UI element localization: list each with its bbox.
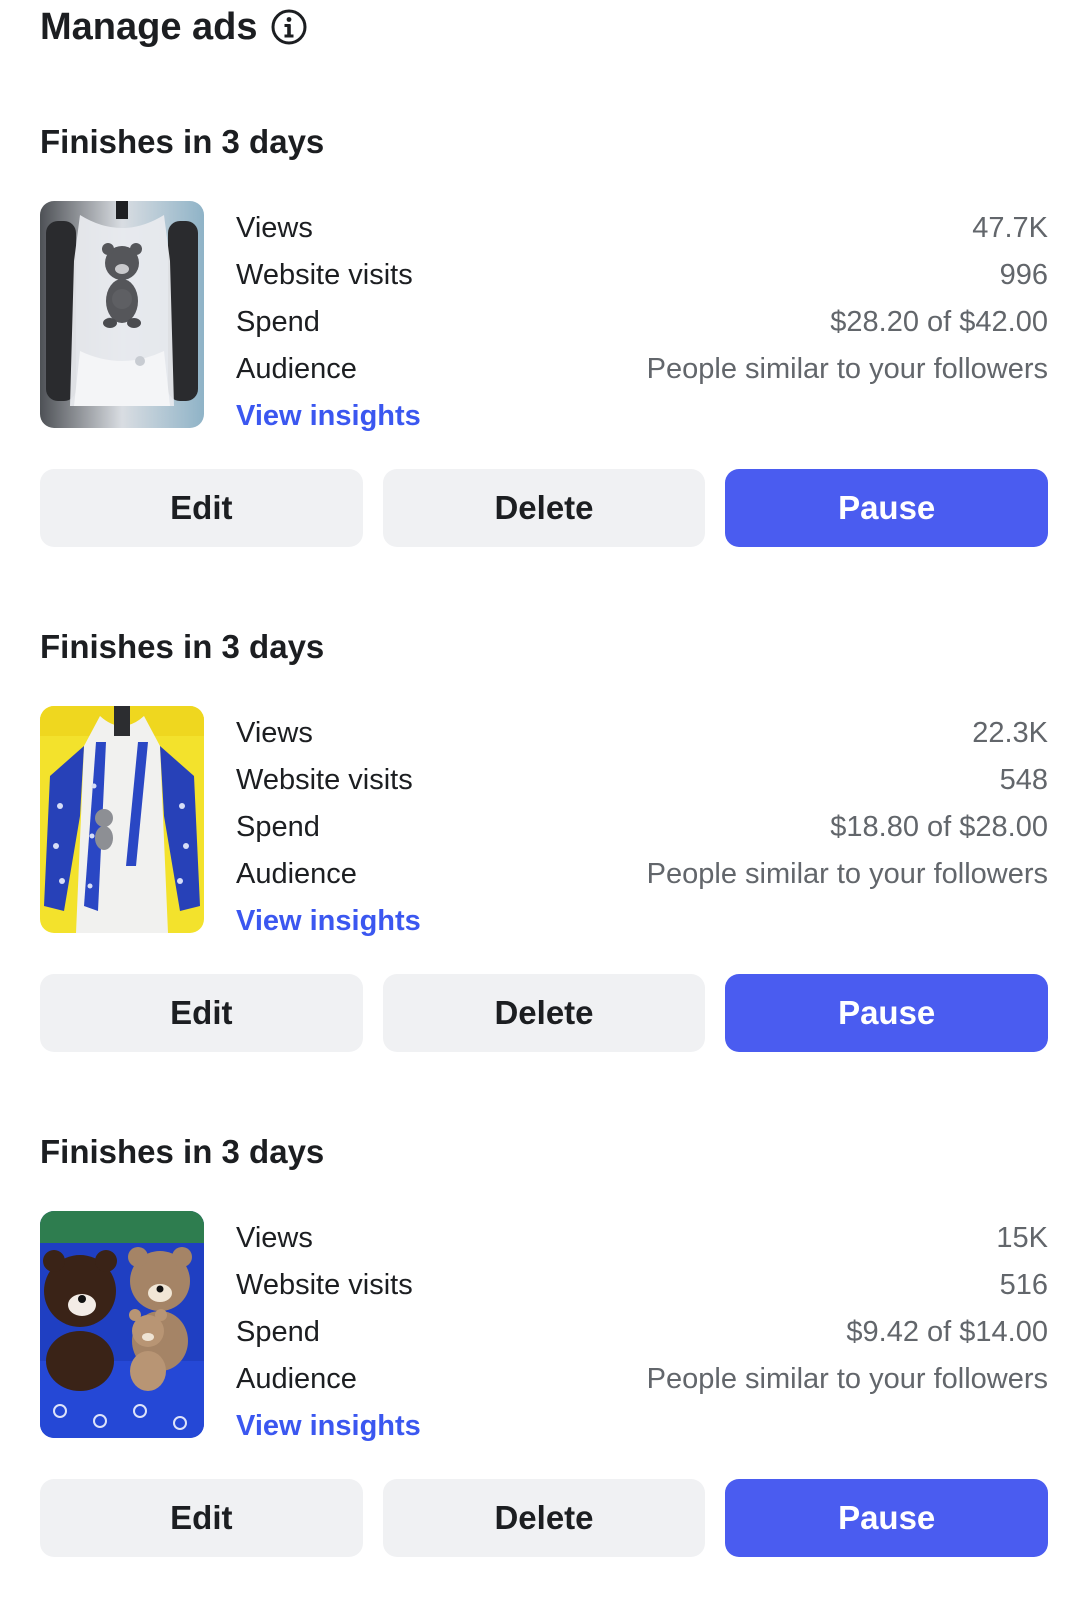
- stat-label: Spend: [236, 811, 320, 843]
- stat-row-views: Views 22.3K: [236, 710, 1048, 757]
- edit-button[interactable]: Edit: [40, 974, 363, 1052]
- stat-row-views: Views 15K: [236, 1215, 1048, 1262]
- stat-label: Website visits: [236, 1269, 413, 1301]
- ad-status-title: Finishes in 3 days: [40, 123, 325, 160]
- stat-row-website-visits: Website visits 548: [236, 757, 1048, 804]
- ad-actions: Edit Delete Pause: [40, 1479, 1049, 1557]
- ad-stats: Views 15K Website visits 516 Spend $9.42…: [236, 1215, 1048, 1450]
- ad-stats: Views 22.3K Website visits 548 Spend $18…: [236, 710, 1048, 945]
- delete-button[interactable]: Delete: [382, 469, 706, 547]
- stat-label: Audience: [236, 353, 357, 385]
- ad-thumbnail[interactable]: [40, 201, 204, 428]
- pause-button[interactable]: Pause: [725, 1479, 1049, 1557]
- stat-value: 548: [999, 764, 1048, 796]
- ad-card: Finishes in 3 days Views 22.3K Website v…: [0, 628, 1084, 1088]
- ad-card: Finishes in 3 days Views 15K Website vis…: [0, 1133, 1084, 1593]
- info-icon[interactable]: [270, 8, 308, 46]
- stat-label: Spend: [236, 306, 320, 338]
- stat-value: 22.3K: [972, 717, 1048, 749]
- page-header: Manage ads: [40, 2, 308, 52]
- page-title: Manage ads: [40, 5, 258, 48]
- edit-button[interactable]: Edit: [40, 469, 363, 547]
- delete-button[interactable]: Delete: [382, 1479, 706, 1557]
- ad-thumbnail[interactable]: [40, 1211, 204, 1438]
- stat-row-website-visits: Website visits 516: [236, 1262, 1048, 1309]
- stat-row-spend: Spend $18.80 of $28.00: [236, 804, 1048, 851]
- stat-row-spend: Spend $9.42 of $14.00: [236, 1309, 1048, 1356]
- stat-label: Spend: [236, 1316, 320, 1348]
- ad-actions: Edit Delete Pause: [40, 469, 1049, 547]
- ad-status-title: Finishes in 3 days: [40, 1133, 325, 1170]
- stat-label: Audience: [236, 1363, 357, 1395]
- ad-stats: Views 47.7K Website visits 996 Spend $28…: [236, 205, 1048, 440]
- stat-value: People similar to your followers: [646, 1363, 1048, 1395]
- ad-status-title: Finishes in 3 days: [40, 628, 325, 665]
- stat-value: People similar to your followers: [646, 858, 1048, 890]
- ad-actions: Edit Delete Pause: [40, 974, 1049, 1052]
- stat-value: 996: [999, 259, 1048, 291]
- stat-value: $18.80 of $28.00: [830, 811, 1048, 843]
- stat-value: $28.20 of $42.00: [830, 306, 1048, 338]
- stat-row-audience: Audience People similar to your follower…: [236, 1356, 1048, 1403]
- stat-row-audience: Audience People similar to your follower…: [236, 346, 1048, 393]
- ad-thumbnail[interactable]: [40, 706, 204, 933]
- view-insights-link[interactable]: View insights: [236, 898, 1048, 945]
- stat-label: Audience: [236, 858, 357, 890]
- stat-row-audience: Audience People similar to your follower…: [236, 851, 1048, 898]
- stat-value: 47.7K: [972, 212, 1048, 244]
- stat-label: Views: [236, 1222, 313, 1254]
- stat-value: People similar to your followers: [646, 353, 1048, 385]
- stat-row-views: Views 47.7K: [236, 205, 1048, 252]
- edit-button[interactable]: Edit: [40, 1479, 363, 1557]
- delete-button[interactable]: Delete: [382, 974, 706, 1052]
- view-insights-link[interactable]: View insights: [236, 1403, 1048, 1450]
- stat-value: 516: [999, 1269, 1048, 1301]
- view-insights-link[interactable]: View insights: [236, 393, 1048, 440]
- stat-label: Views: [236, 717, 313, 749]
- stat-row-website-visits: Website visits 996: [236, 252, 1048, 299]
- stat-label: Views: [236, 212, 313, 244]
- pause-button[interactable]: Pause: [725, 469, 1049, 547]
- stat-label: Website visits: [236, 764, 413, 796]
- stat-value: 15K: [996, 1222, 1048, 1254]
- ad-card: Finishes in 3 days Views 47.7K Website v…: [0, 123, 1084, 583]
- stat-row-spend: Spend $28.20 of $42.00: [236, 299, 1048, 346]
- pause-button[interactable]: Pause: [725, 974, 1049, 1052]
- stat-label: Website visits: [236, 259, 413, 291]
- stat-value: $9.42 of $14.00: [846, 1316, 1048, 1348]
